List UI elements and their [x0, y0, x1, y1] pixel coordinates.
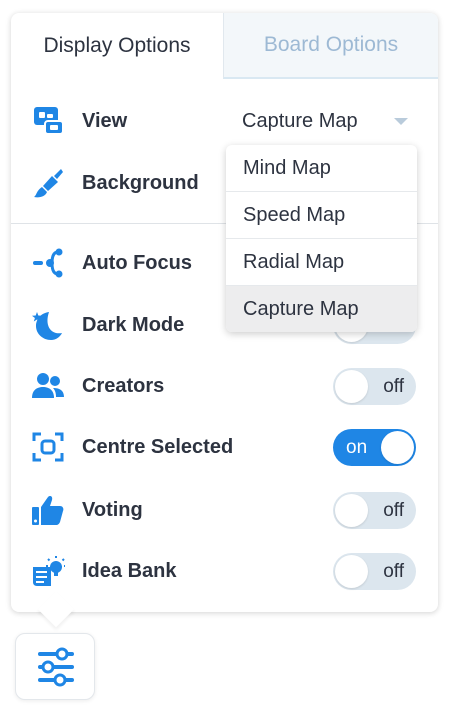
idea-bank-toggle[interactable]: off [333, 553, 416, 590]
dropdown-option-radial-map[interactable]: Radial Map [226, 239, 417, 286]
toggle-state-label: on [346, 437, 368, 458]
view-dropdown-menu: Mind Map Speed Map Radial Map Capture Ma… [226, 145, 417, 332]
creators-label: Creators [82, 375, 165, 397]
centre-selected-label: Centre Selected [82, 436, 234, 458]
users-icon [31, 370, 65, 402]
thumbs-up-icon [31, 494, 65, 526]
view-label: View [82, 110, 128, 132]
idea-bank-row: Idea Bank off [11, 551, 438, 591]
creators-toggle[interactable]: off [333, 368, 416, 405]
auto-focus-label: Auto Focus [82, 252, 192, 274]
option-label: Mind Map [243, 157, 331, 179]
tab-display-options[interactable]: Display Options [11, 13, 223, 79]
dropdown-option-speed-map[interactable]: Speed Map [226, 192, 417, 239]
toggle-knob [335, 555, 368, 588]
toggle-state-label: off [383, 376, 404, 397]
centre-selected-row: Centre Selected on [11, 427, 438, 467]
view-icon [31, 105, 65, 137]
option-label: Radial Map [243, 251, 345, 273]
toggle-knob [335, 370, 368, 403]
voting-label: Voting [82, 499, 143, 521]
option-label: Speed Map [243, 204, 346, 226]
voting-toggle[interactable]: off [333, 492, 416, 529]
view-row: View Capture Map [11, 101, 438, 141]
moon-icon [31, 309, 65, 341]
chevron-down-icon[interactable] [394, 118, 408, 125]
option-label: Capture Map [243, 298, 359, 320]
paint-brush-icon [31, 167, 65, 199]
centre-selected-icon [31, 431, 65, 463]
dark-mode-label: Dark Mode [82, 314, 185, 336]
view-select-value[interactable]: Capture Map [242, 110, 358, 133]
toggle-knob [381, 431, 414, 464]
voting-row: Voting off [11, 490, 438, 530]
tab-bar: Display Options Board Options [11, 13, 438, 79]
sliders-icon [38, 647, 74, 687]
idea-bank-icon [31, 555, 66, 587]
tab-board-options[interactable]: Board Options [223, 13, 438, 79]
dropdown-option-mind-map[interactable]: Mind Map [226, 145, 417, 192]
toggle-state-label: off [383, 561, 404, 582]
display-options-button[interactable] [15, 633, 95, 700]
toggle-state-label: off [383, 500, 404, 521]
centre-selected-toggle[interactable]: on [333, 429, 416, 466]
auto-focus-icon [31, 247, 65, 279]
dropdown-option-capture-map[interactable]: Capture Map [226, 286, 417, 332]
idea-bank-label: Idea Bank [82, 560, 177, 582]
creators-row: Creators off [11, 366, 438, 406]
background-label: Background [82, 172, 199, 194]
toggle-knob [335, 494, 368, 527]
